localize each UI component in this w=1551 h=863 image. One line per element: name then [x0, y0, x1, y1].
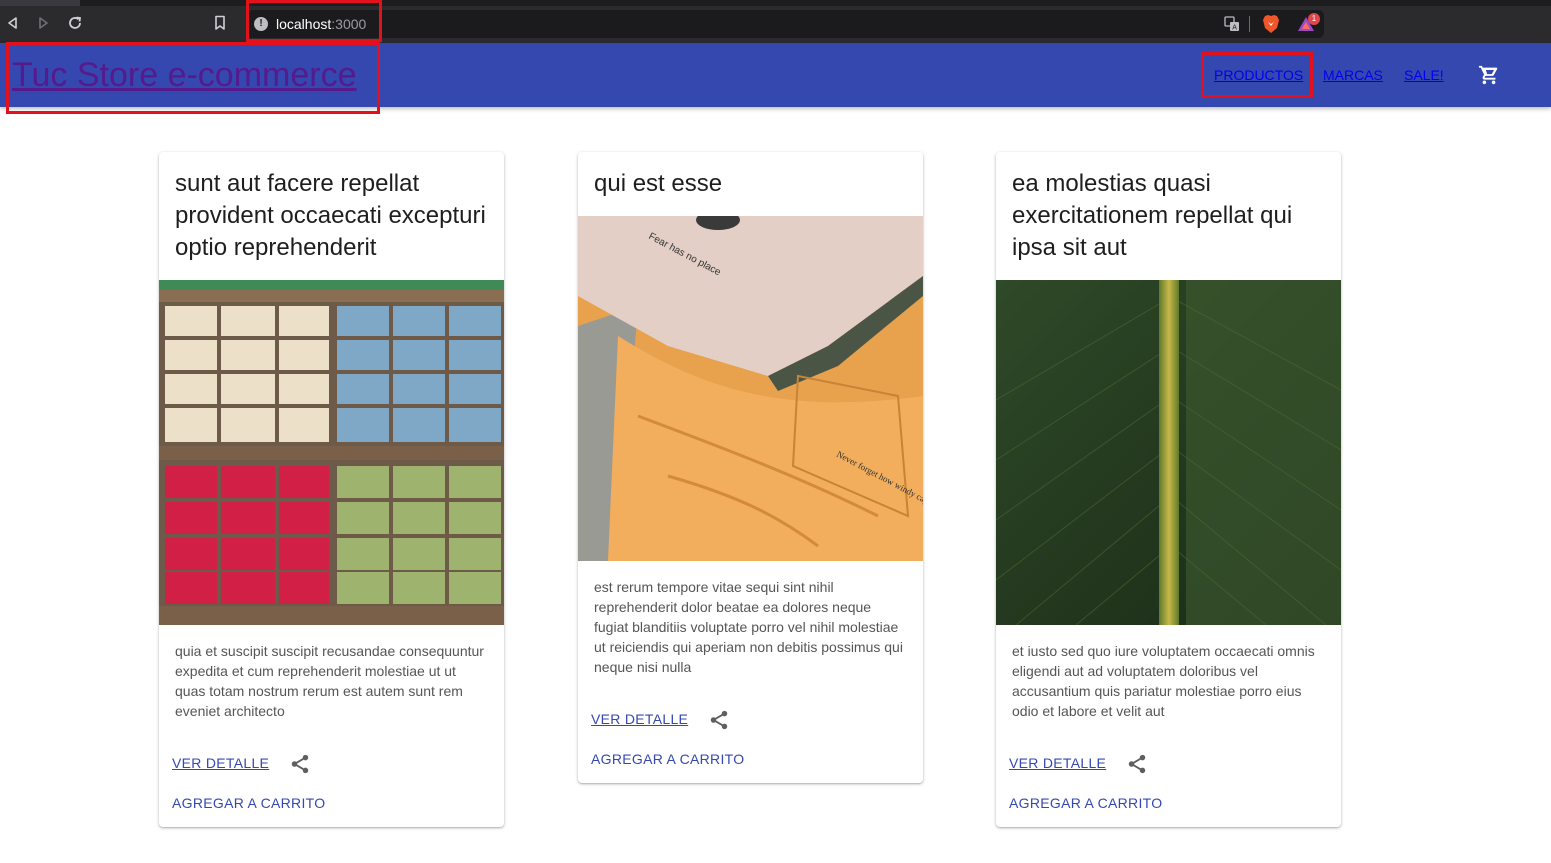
shopping-cart-icon[interactable] [1478, 64, 1500, 86]
share-icon[interactable] [1126, 753, 1148, 775]
product-card: qui est esse Fear has no place Never for… [578, 152, 923, 783]
card-description: est rerum tempore vitae sequi sint nihil… [594, 579, 903, 675]
address-divider [1249, 16, 1250, 32]
ver-detalle-link[interactable]: VER DETALLE [591, 711, 688, 727]
card-title: ea molestias quasi exercitationem repell… [1012, 170, 1293, 261]
product-card: sunt aut facere repellat provident occae… [159, 152, 504, 827]
highlight-address [246, 0, 382, 42]
product-card: ea molestias quasi exercitationem repell… [996, 152, 1341, 827]
nav-marcas[interactable]: MARCAS [1323, 67, 1383, 83]
brave-shields-icon[interactable] [1262, 14, 1280, 34]
share-icon[interactable] [708, 709, 730, 731]
active-tab[interactable] [0, 0, 80, 6]
highlight-productos [1201, 52, 1313, 98]
nav-sale[interactable]: SALE! [1404, 67, 1444, 83]
card-description: quia et suscipit suscipit recusandae con… [175, 643, 484, 719]
card-actions: VER DETALLE [996, 735, 1341, 795]
share-icon[interactable] [289, 753, 311, 775]
folded-tshirts-image: Fear has no place Never forget how windy… [578, 216, 923, 561]
card-description: et iusto sed quo iure voluptatem occaeca… [1012, 643, 1315, 719]
bookmark-icon[interactable] [209, 12, 231, 34]
svg-text:A: A [1232, 25, 1237, 32]
browser-toolbar: ! localhost:3000 A 1 [0, 0, 1551, 43]
agregar-carrito-button[interactable]: AGREGAR A CARRITO [996, 795, 1341, 827]
rewards-badge: 1 [1308, 13, 1320, 25]
tab-strip [0, 0, 1551, 6]
back-icon[interactable] [2, 12, 24, 34]
green-leaf-image [996, 280, 1341, 625]
highlight-brand [6, 42, 380, 114]
card-title: sunt aut facere repellat provident occae… [175, 170, 486, 261]
agregar-carrito-button[interactable]: AGREGAR A CARRITO [578, 751, 923, 783]
card-actions: VER DETALLE [578, 691, 923, 751]
reload-icon[interactable] [64, 12, 86, 34]
address-bar[interactable]: ! localhost:3000 A 1 [246, 10, 1324, 38]
card-title: qui est esse [594, 170, 723, 197]
forward-icon[interactable] [32, 12, 54, 34]
ver-detalle-link[interactable]: VER DETALLE [172, 755, 269, 771]
translate-icon[interactable]: A [1224, 16, 1240, 32]
agregar-carrito-button[interactable]: AGREGAR A CARRITO [159, 795, 504, 827]
ver-detalle-link[interactable]: VER DETALLE [1009, 755, 1106, 771]
card-actions: VER DETALLE [159, 735, 504, 795]
soap-bars-image [159, 280, 504, 625]
